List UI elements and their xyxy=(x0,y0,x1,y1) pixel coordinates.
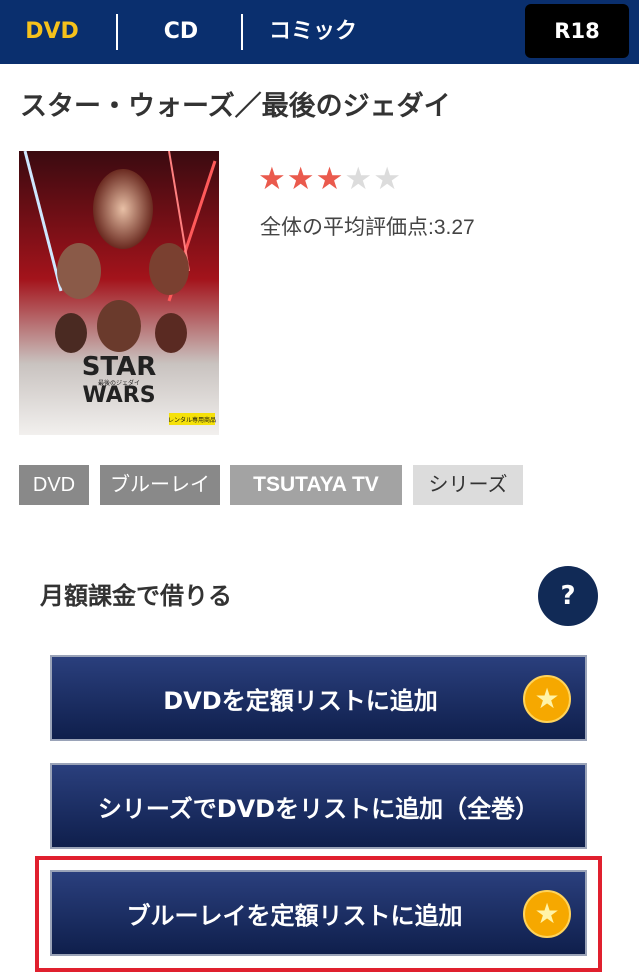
poster-art: STAR 最後のジェダイ WARS レンタル専用商品 xyxy=(19,151,219,435)
star-filled-icon: ★ xyxy=(286,161,316,197)
tab-cd[interactable]: CD xyxy=(120,0,242,64)
add-dvd-to-list-button[interactable]: DVDを定額リストに追加 ★ xyxy=(50,655,587,741)
poster-brand-line1: STAR xyxy=(82,352,157,382)
star-filled-icon: ★ xyxy=(315,161,345,197)
tag-dvd[interactable]: DVD xyxy=(19,465,89,505)
page-title: スター・ウォーズ／最後のジェダイ xyxy=(20,91,451,122)
highlight-box xyxy=(35,856,602,972)
add-series-dvd-button[interactable]: シリーズでDVDをリストに追加（全巻） xyxy=(50,763,587,849)
poster-brand-line2: WARS xyxy=(82,383,155,408)
top-nav: DVD CD コミック R18 xyxy=(0,0,639,64)
tag-bluray[interactable]: ブルーレイ xyxy=(100,465,220,505)
tag-series[interactable]: シリーズ xyxy=(413,465,523,505)
star-empty-icon: ★ xyxy=(344,161,374,197)
star-empty-icon: ★ xyxy=(373,161,402,197)
nav-divider xyxy=(116,14,118,50)
help-button[interactable]: ? xyxy=(538,566,598,626)
star-rating: ★★★★★ xyxy=(258,163,402,195)
button-label: シリーズでDVDをリストに追加（全巻） xyxy=(97,794,540,823)
average-rating-text: 全体の平均評価点:3.27 xyxy=(260,216,475,239)
button-label: DVDを定額リストに追加 xyxy=(163,686,438,715)
monthly-heading: 月額課金で借りる xyxy=(40,582,232,610)
tab-comic[interactable]: コミック xyxy=(243,0,383,64)
star-filled-icon: ★ xyxy=(258,161,287,197)
rental-sticker-text: レンタル専用商品 xyxy=(168,416,216,424)
star-badge-icon: ★ xyxy=(523,675,571,723)
tab-dvd[interactable]: DVD xyxy=(0,0,104,64)
tag-tsutaya-tv[interactable]: TSUTAYA TV xyxy=(230,465,402,505)
r18-button[interactable]: R18 xyxy=(525,4,629,58)
product-poster[interactable]: STAR 最後のジェダイ WARS レンタル専用商品 xyxy=(19,151,219,435)
